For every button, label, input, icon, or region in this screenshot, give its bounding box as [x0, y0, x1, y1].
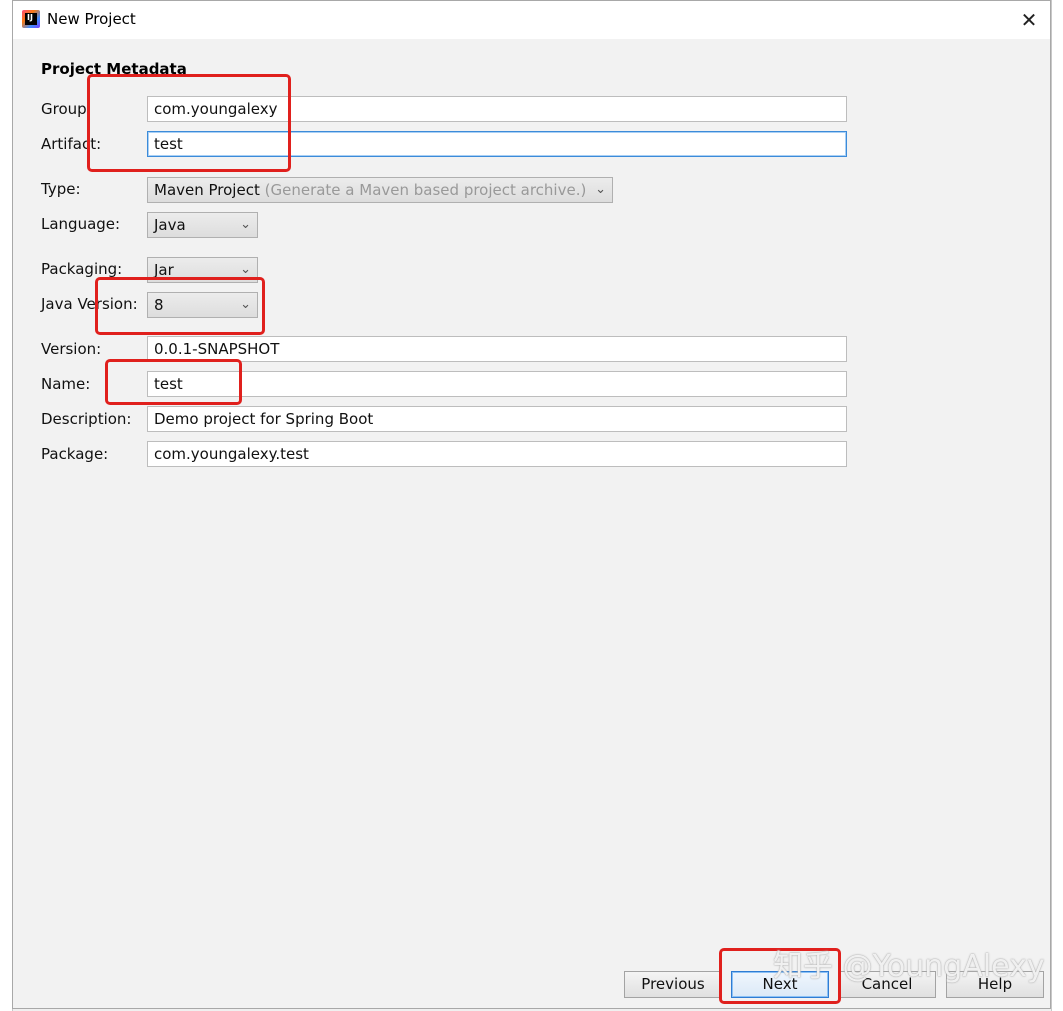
language-label: Language: [41, 215, 121, 233]
name-input[interactable]: test [147, 371, 847, 397]
intellij-app-icon: IJ [22, 10, 40, 28]
section-title: Project Metadata [41, 60, 187, 78]
group-label: Group [41, 100, 87, 118]
previous-button[interactable]: Previous [624, 971, 722, 998]
description-label: Description: [41, 410, 132, 428]
close-icon[interactable]: ✕ [1014, 5, 1044, 35]
language-dropdown[interactable]: Java ⌄ [147, 212, 258, 238]
highlight-group-artifact [87, 74, 291, 172]
type-dropdown[interactable]: Maven Project (Generate a Maven based pr… [147, 177, 613, 203]
group-input[interactable]: com.youngalexy [147, 96, 847, 122]
new-project-dialog: IJ New Project ✕ Project Metadata Group … [12, 0, 1051, 1009]
background-window-right [1051, 0, 1063, 1011]
chevron-down-icon: ⌄ [595, 182, 606, 197]
version-label: Version: [41, 340, 102, 358]
artifact-label: Artifact: [41, 135, 102, 153]
java-version-dropdown[interactable]: 8 ⌄ [147, 292, 258, 318]
chevron-down-icon: ⌄ [240, 297, 251, 312]
title-bar: IJ New Project ✕ [13, 1, 1050, 39]
chevron-down-icon: ⌄ [240, 217, 251, 232]
packaging-dropdown[interactable]: Jar ⌄ [147, 257, 258, 283]
version-input[interactable]: 0.0.1-SNAPSHOT [147, 336, 847, 362]
type-label: Type: [41, 180, 81, 198]
language-value: Java [154, 216, 186, 234]
watermark: 知乎 @YoungAlexy [773, 949, 1045, 984]
artifact-input[interactable]: test [147, 131, 847, 157]
description-input[interactable]: Demo project for Spring Boot [147, 406, 847, 432]
java-version-label: Java Version: [41, 295, 138, 313]
packaging-label: Packaging: [41, 260, 123, 278]
package-label: Package: [41, 445, 109, 463]
java-version-value: 8 [154, 296, 164, 314]
type-hint: (Generate a Maven based project archive.… [264, 181, 587, 199]
packaging-value: Jar [154, 261, 174, 279]
type-value: Maven Project [154, 181, 260, 199]
chevron-down-icon: ⌄ [240, 262, 251, 277]
window-title: New Project [47, 10, 136, 28]
package-input[interactable]: com.youngalexy.test [147, 441, 847, 467]
name-label: Name: [41, 375, 91, 393]
